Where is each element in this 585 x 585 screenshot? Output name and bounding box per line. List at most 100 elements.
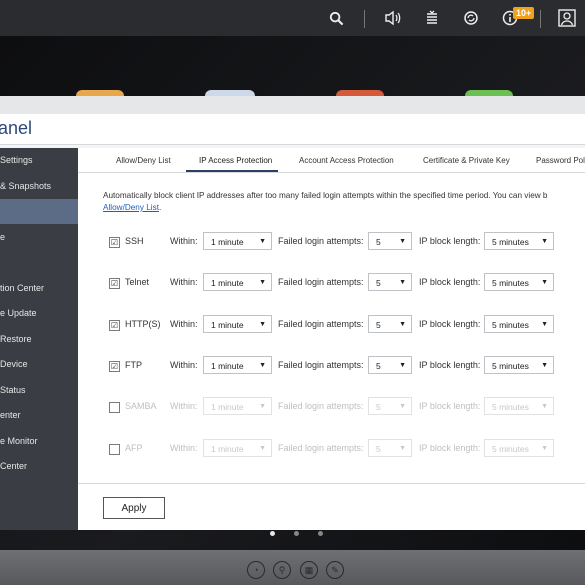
- chevron-down-icon: ▼: [259, 403, 266, 411]
- attempts-label: Failed login attempts:: [278, 359, 364, 370]
- attempts-select[interactable]: 5 ▼: [368, 355, 412, 374]
- pager-dot[interactable]: [318, 531, 323, 536]
- block-length-label: IP block length:: [419, 318, 481, 329]
- window-top-strip: [0, 96, 585, 114]
- attempts-select[interactable]: 5 ▼: [368, 314, 412, 333]
- sidebar-item[interactable]: Settings: [0, 148, 78, 173]
- chevron-down-icon: ▼: [259, 361, 266, 369]
- protocol-row: ☑ SSH Within: 1 minute ▼ Failed login attempt…: [78, 230, 585, 254]
- enable-checkbox[interactable]: ☑: [109, 360, 120, 372]
- protocol-name: HTTP(S): [125, 318, 161, 329]
- block-length-label: IP block length:: [419, 277, 481, 288]
- apps-icon[interactable]: ▦: [300, 561, 318, 579]
- sidebar-item[interactable]: tion Center: [0, 276, 78, 301]
- protocol-name: Telnet: [125, 277, 150, 288]
- within-select[interactable]: 1 minute ▼: [203, 355, 272, 374]
- within-select[interactable]: 1 minute ▼: [203, 438, 272, 457]
- apply-button[interactable]: Apply: [103, 497, 165, 519]
- task-stack-icon[interactable]: [420, 6, 444, 30]
- attempts-select[interactable]: 5 ▼: [368, 232, 412, 250]
- protocol-row: AFP Within: 1 minute ▼ Failed login attempts…: [78, 437, 585, 461]
- within-label: Within:: [170, 442, 198, 453]
- chevron-down-icon: ▼: [541, 361, 548, 369]
- sidebar-item[interactable]: e Monitor: [0, 429, 78, 454]
- chevron-down-icon: ▼: [399, 403, 406, 411]
- sidebar-item[interactable]: Device: [0, 352, 78, 377]
- sync-icon[interactable]: [459, 6, 483, 30]
- sidebar-item[interactable]: e Update: [0, 301, 78, 326]
- block-length-select[interactable]: 5 minutes ▼: [484, 273, 554, 292]
- pager-dot[interactable]: [294, 531, 299, 536]
- tab-ip-access-protection[interactable]: IP Access Protection: [199, 156, 272, 165]
- chevron-down-icon: ▼: [399, 444, 406, 452]
- tab-bar: Allow/Deny List IP Access Protection Acc…: [78, 148, 585, 173]
- within-select[interactable]: 1 minute ▼: [203, 273, 272, 292]
- block-length-label: IP block length:: [419, 442, 481, 453]
- active-tab-indicator: [186, 170, 278, 172]
- sidebar-item[interactable]: [0, 199, 78, 224]
- chevron-down-icon: ▼: [259, 444, 266, 452]
- attempts-label: Failed login attempts:: [278, 401, 364, 412]
- sidebar-item[interactable]: & Snapshots: [0, 174, 78, 199]
- within-label: Within:: [170, 236, 198, 246]
- search-dock-icon[interactable]: ⚲: [273, 561, 291, 579]
- within-select[interactable]: 1 minute ▼: [203, 314, 272, 333]
- within-select[interactable]: 1 minute ▼: [203, 232, 272, 250]
- attempts-select[interactable]: 5 ▼: [368, 273, 412, 292]
- attempts-select[interactable]: 5 ▼: [368, 397, 412, 416]
- sidebar-item[interactable]: [0, 250, 78, 275]
- control-panel-window: anel Settings & Snapshots e tion Center e Up…: [0, 96, 585, 530]
- protocol-row: ☑ FTP Within: 1 minute ▼ Failed login attempt…: [78, 354, 585, 378]
- enable-checkbox[interactable]: ☑: [109, 237, 120, 248]
- attempts-select[interactable]: 5 ▼: [368, 438, 412, 457]
- search-icon[interactable]: [324, 6, 348, 30]
- chevron-down-icon: ▼: [399, 320, 406, 328]
- sidebar-item[interactable]: Status: [0, 378, 78, 403]
- enable-checkbox[interactable]: ☑: [109, 319, 120, 331]
- protocol-name: AFP: [125, 442, 143, 453]
- window-title: anel: [0, 118, 33, 138]
- block-length-label: IP block length:: [419, 236, 481, 246]
- dashboard-icon[interactable]: ◔: [247, 561, 265, 579]
- volume-icon[interactable]: [381, 6, 405, 30]
- within-select[interactable]: 1 minute ▼: [203, 397, 272, 416]
- tab-allow-deny-list[interactable]: Allow/Deny List: [116, 156, 171, 165]
- tab-certificate-private-key[interactable]: Certificate & Private Key: [423, 156, 510, 165]
- protocol-name: SSH: [125, 236, 144, 246]
- block-length-select[interactable]: 5 minutes ▼: [484, 355, 554, 374]
- dock-bar: [0, 550, 585, 585]
- chevron-down-icon: ▼: [541, 403, 548, 411]
- chevron-down-icon: ▼: [259, 279, 266, 287]
- user-icon[interactable]: [555, 6, 579, 30]
- chevron-down-icon: ▼: [541, 238, 548, 245]
- tab-account-access-protection[interactable]: Account Access Protection: [299, 156, 394, 165]
- block-length-select[interactable]: 5 minutes ▼: [484, 438, 554, 457]
- block-length-select[interactable]: 5 minutes ▼: [484, 397, 554, 416]
- block-length-label: IP block length:: [419, 359, 481, 370]
- protocol-row: ☑ Telnet Within: 1 minute ▼ Failed login atte…: [78, 271, 585, 295]
- attempts-label: Failed login attempts:: [278, 442, 364, 453]
- block-length-select[interactable]: 5 minutes ▼: [484, 314, 554, 333]
- enable-checkbox[interactable]: [109, 402, 120, 414]
- sidebar-item[interactable]: Restore: [0, 327, 78, 352]
- sidebar-item[interactable]: enter: [0, 403, 78, 428]
- within-label: Within:: [170, 359, 198, 370]
- sidebar-item[interactable]: e: [0, 225, 78, 250]
- enable-checkbox[interactable]: [109, 443, 120, 455]
- pager-dot[interactable]: [270, 531, 275, 536]
- enable-checkbox[interactable]: ☑: [109, 278, 120, 290]
- chevron-down-icon: ▼: [399, 361, 406, 369]
- sidebar-item[interactable]: Center: [0, 454, 78, 479]
- allow-deny-list-link[interactable]: Allow/Deny List: [103, 203, 159, 212]
- desktop-pager: [0, 530, 585, 538]
- toolbar-divider: [540, 10, 541, 28]
- block-length-select[interactable]: 5 minutes ▼: [484, 232, 554, 250]
- notification-badge: 10+: [513, 7, 535, 19]
- description-text: Automatically block client IP addresses …: [103, 191, 548, 212]
- tab-password-policy[interactable]: Password Pol: [536, 156, 585, 165]
- chevron-down-icon: ▼: [399, 279, 406, 287]
- chevron-down-icon: ▼: [541, 320, 548, 328]
- notes-icon[interactable]: ✎: [326, 561, 344, 579]
- apply-divider: [78, 483, 585, 484]
- within-label: Within:: [170, 401, 198, 412]
